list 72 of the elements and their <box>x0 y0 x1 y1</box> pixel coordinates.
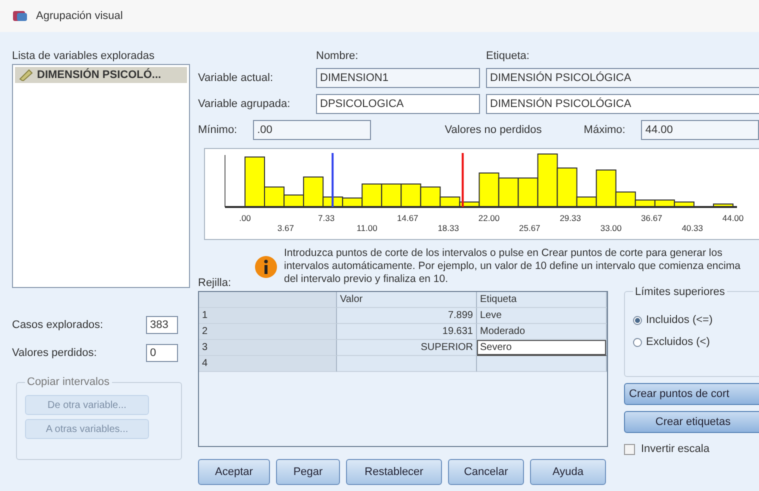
action-button[interactable]: Crear etiquetas <box>624 411 759 433</box>
info-icon <box>254 255 278 279</box>
axis-tick-label: 22.00 <box>478 213 500 223</box>
group-title: Copiar intervalos <box>25 376 112 388</box>
dialog-button[interactable]: Ayuda <box>530 459 606 485</box>
variable-list[interactable]: DIMENSIÓN PSICOLÓ... <box>12 64 190 288</box>
table-cell: 19.631 <box>337 324 477 340</box>
axis-tick-label: 33.00 <box>600 223 622 233</box>
dialog-button[interactable]: Cancelar <box>448 459 524 485</box>
field-label: Variable agrupada: <box>198 98 292 110</box>
window-title: Agrupación visual <box>36 10 123 22</box>
row-number: 3 <box>199 340 337 356</box>
histogram-bar <box>400 184 422 208</box>
checkbox-label[interactable]: Invertir escala <box>641 443 710 455</box>
histogram-bar <box>381 184 402 208</box>
row-number: 1 <box>199 308 337 324</box>
name-field[interactable]: DPSICOLOGICA <box>316 94 480 114</box>
scanned-cases-field: 383 <box>146 316 178 334</box>
dialog-button[interactable]: Aceptar <box>198 459 270 485</box>
grid-label: Rejilla: <box>198 277 232 289</box>
axis-tick-label: 29.33 <box>560 213 581 223</box>
axis-tick-label: 40.33 <box>682 223 703 233</box>
cutpoint-line[interactable] <box>462 153 464 207</box>
axis-tick-label: 11.00 <box>356 223 378 233</box>
axis-tick-label: 7.33 <box>318 213 335 223</box>
radio-label[interactable]: Incluidos (<=) <box>646 314 713 326</box>
dialog-button[interactable]: Pegar <box>276 459 340 485</box>
column-header: Etiqueta: <box>486 50 530 62</box>
row-number: 4 <box>199 356 337 372</box>
axis-tick-label: 44.00 <box>722 213 744 223</box>
app-icon <box>12 9 28 23</box>
minimum-field: .00 <box>253 120 371 140</box>
info-text: Introduzca puntos de corte de los intervalos o pulse en Crear puntos de corte para generar los intervalos automáticamente. Por ejemplo, un valor de 10 define un intervalo que comienza encima del intervalo previo y finaliza en 10. <box>284 247 742 286</box>
axis-tick-label: .00 <box>239 213 251 223</box>
field-label: Variable actual: <box>198 72 274 84</box>
label-field: DIMENSIÓN PSICOLÓGICA <box>486 68 759 88</box>
action-button[interactable]: Crear puntos de cort <box>624 383 759 405</box>
minimum-label: Mínimo: <box>198 124 238 136</box>
row-number: 2 <box>199 324 337 340</box>
radio-button[interactable] <box>633 316 642 324</box>
maximum-label: Máximo: <box>584 124 626 136</box>
label-field[interactable]: DIMENSIÓN PSICOLÓGICA <box>486 94 759 114</box>
list-item[interactable]: DIMENSIÓN PSICOLÓ... <box>15 67 187 83</box>
dialog-button[interactable]: Restablecer <box>346 459 442 485</box>
nonmissing-label: Valores no perdidos <box>444 124 542 136</box>
scanned-cases-label: Casos explorados: <box>12 319 104 331</box>
group-title: Límites superiores <box>633 286 727 298</box>
table-cell: Moderado <box>477 324 607 340</box>
radio-button[interactable] <box>633 338 642 346</box>
missing-values-field: 0 <box>146 344 178 362</box>
axis-tick-label: 3.67 <box>277 223 294 233</box>
column-header: Valor <box>337 292 477 308</box>
histogram-bar <box>498 178 519 208</box>
maximum-field: 44.00 <box>641 120 759 140</box>
table-cell: Leve <box>477 308 607 324</box>
axis-tick-label: 14.67 <box>397 213 418 223</box>
name-field: DIMENSION1 <box>316 68 480 88</box>
radio-label[interactable]: Excluidos (<) <box>646 336 710 348</box>
table-cell: SUPERIOR <box>337 340 477 356</box>
missing-values-label: Valores perdidos: <box>12 347 97 359</box>
column-header: Etiqueta <box>477 292 607 308</box>
list-label: Lista de variables exploradas <box>12 50 156 62</box>
checkbox[interactable] <box>624 444 635 454</box>
input-field[interactable]: Severo <box>477 340 607 356</box>
axis-tick-label: 36.67 <box>641 213 662 223</box>
histogram-bar <box>712 204 734 208</box>
column-header: Nombre: <box>316 50 360 62</box>
axis-tick-label: 25.67 <box>519 223 540 233</box>
cutpoint-line[interactable] <box>332 153 334 207</box>
table-cell: 7.899 <box>337 308 477 324</box>
axis-tick-label: 18.33 <box>438 223 459 233</box>
ruler-icon <box>19 69 33 81</box>
